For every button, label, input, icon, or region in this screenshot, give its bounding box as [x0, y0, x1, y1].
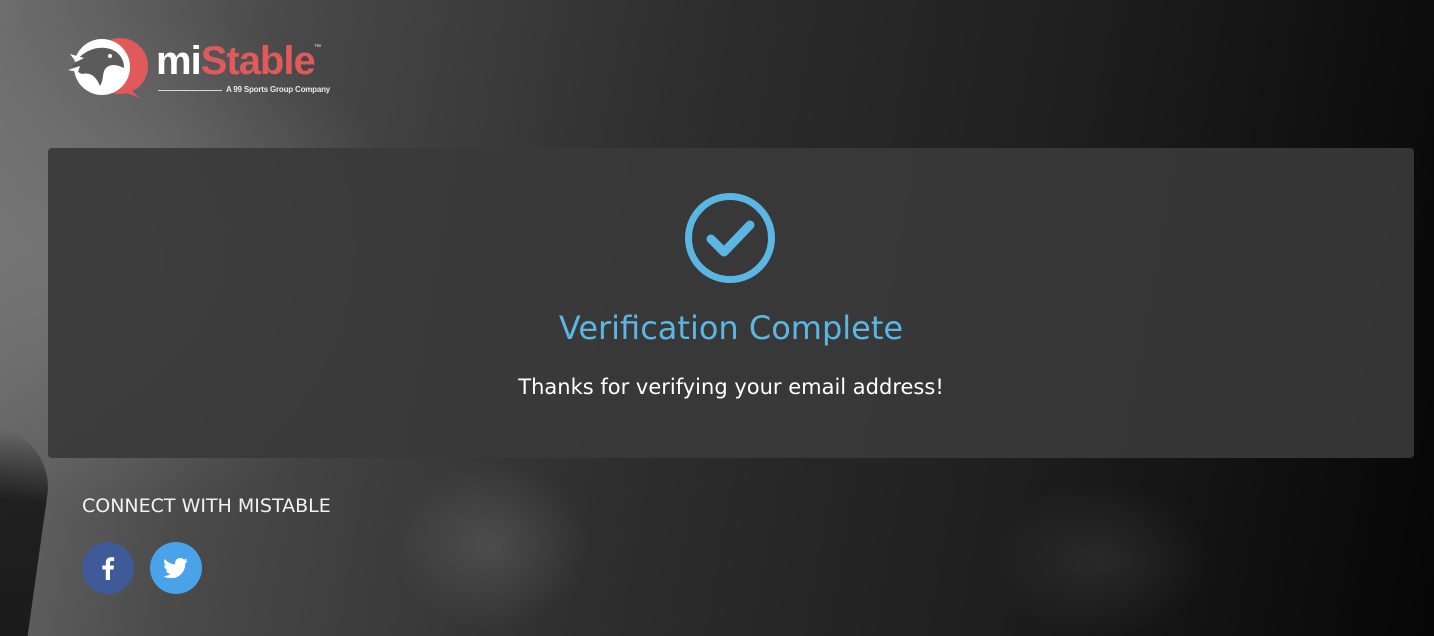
twitter-icon [164, 558, 188, 578]
logo-divider [158, 90, 222, 91]
twitter-button[interactable] [150, 542, 202, 594]
logo-wordmark-mi: mi [156, 39, 202, 83]
facebook-button[interactable] [82, 542, 134, 594]
connect-heading: CONNECT WITH MISTABLE [82, 495, 331, 517]
horse-head-logo-icon [68, 38, 148, 98]
page-background: miStable ™ A 99 Sports Group Company Ver… [0, 0, 1434, 636]
mistable-logo[interactable]: miStable ™ A 99 Sports Group Company [66, 36, 331, 100]
logo-wordmark: miStable [156, 36, 316, 84]
check-circle-icon [685, 193, 775, 283]
trademark-symbol: ™ [314, 44, 321, 51]
verification-title: Verification Complete [558, 309, 904, 347]
background-horse-silhouette [0, 426, 56, 636]
verification-message: Thanks for verifying your email address! [518, 375, 944, 399]
verification-card: Verification Complete Thanks for verifyi… [48, 148, 1414, 458]
facebook-icon [102, 557, 115, 580]
logo-tagline: A 99 Sports Group Company [226, 85, 331, 94]
logo-wordmark-stable: Stable [200, 39, 316, 83]
